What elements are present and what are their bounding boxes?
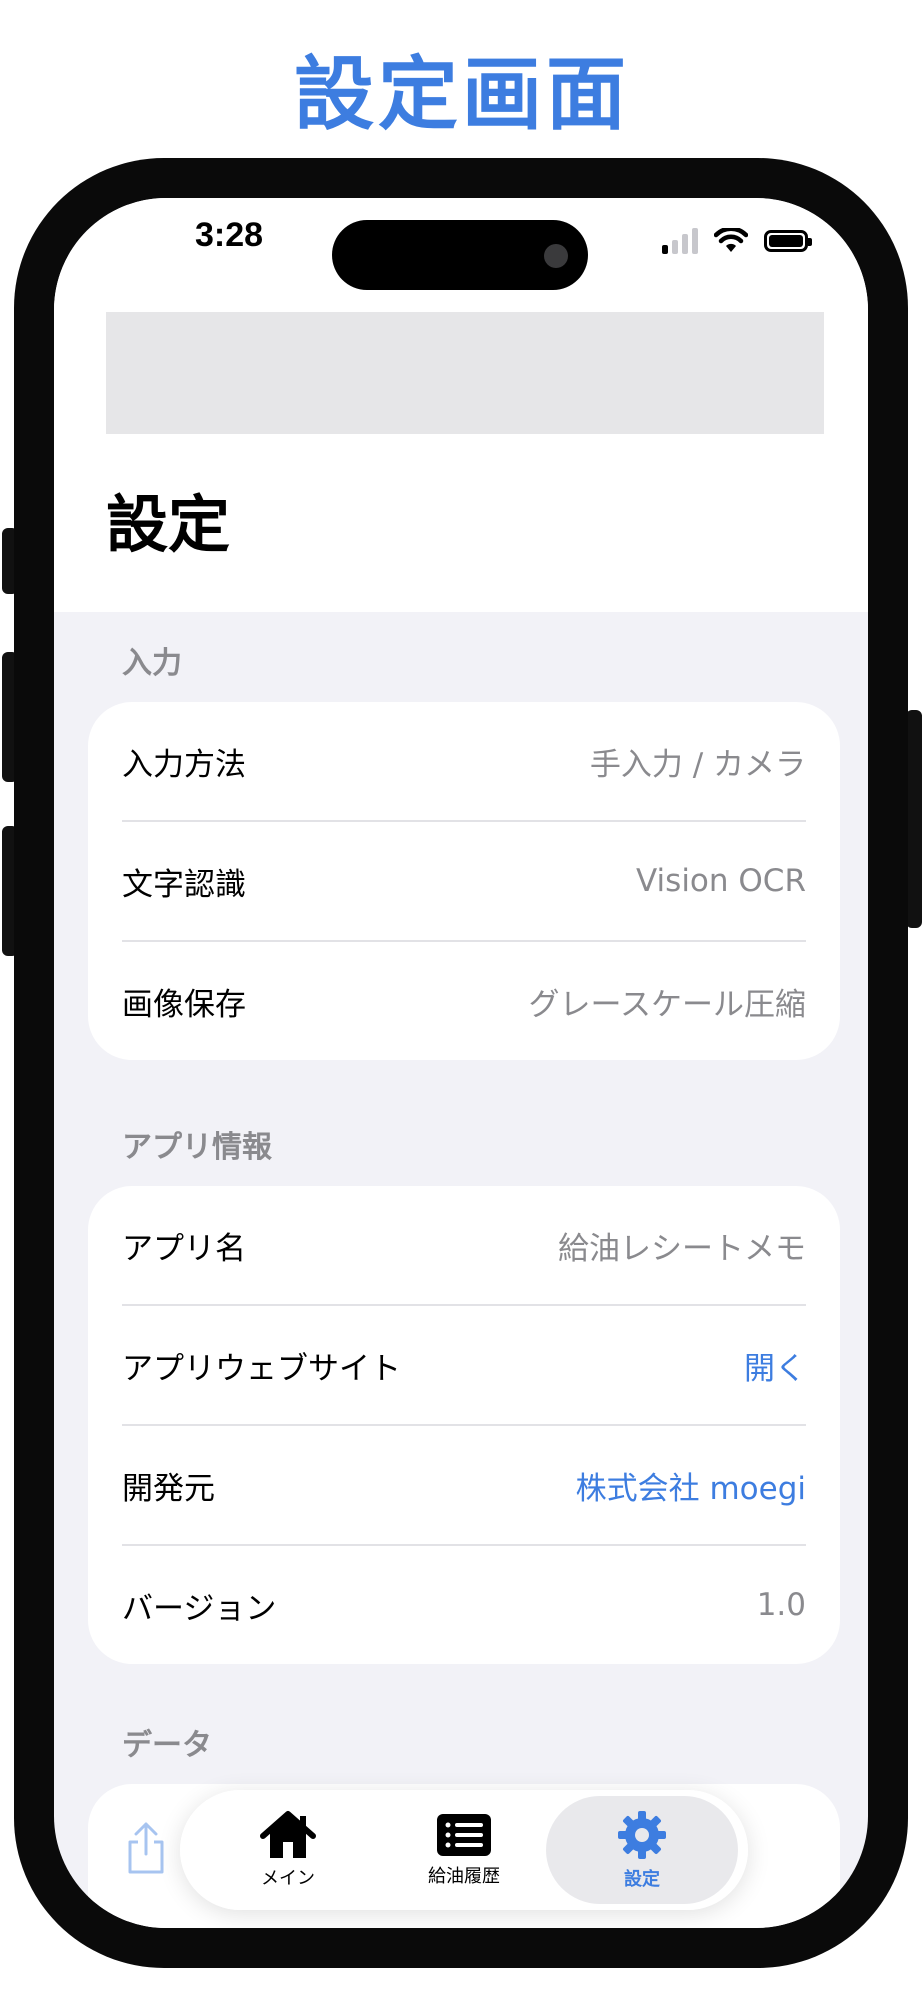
row-label: バージョン: [122, 1590, 277, 1627]
promo-headline: 設定画面: [294, 48, 630, 141]
section-header-input: 入力: [122, 646, 182, 681]
list-item[interactable]: 文字認識 Vision OCR: [122, 822, 806, 942]
list-item: バージョン 1.0: [122, 1546, 806, 1664]
cellular-signal-icon: [662, 228, 698, 254]
front-camera: [544, 244, 568, 268]
section-header-app-info: アプリ情報: [122, 1130, 272, 1165]
row-value: 手入力 / カメラ: [589, 746, 806, 783]
app-info-card: アプリ名 給油レシートメモ アプリウェブサイト 開く 開発元 株式会社 moeg…: [88, 1186, 840, 1664]
wifi-icon: [714, 228, 748, 252]
row-label: 開発元: [122, 1470, 215, 1507]
section-header-data: データ: [122, 1728, 212, 1763]
row-label: 入力方法: [122, 746, 246, 783]
tab-label: メイン: [261, 1868, 315, 1889]
gear-icon: [618, 1811, 666, 1859]
status-icons: [662, 226, 812, 256]
status-time: 3:28: [194, 216, 264, 254]
website-row[interactable]: アプリウェブサイト 開く: [122, 1306, 806, 1426]
row-value: 給油レシートメモ: [558, 1230, 806, 1267]
tab-label: 設定: [624, 1869, 660, 1890]
list-item: アプリ名 給油レシートメモ: [122, 1186, 806, 1306]
page-title: 設定: [106, 488, 231, 561]
share-icon[interactable]: [124, 1820, 168, 1876]
tab-history[interactable]: 給油履歴: [368, 1796, 560, 1904]
tab-bar: メイン 給油履歴 設定: [180, 1790, 748, 1910]
phone-screen: 3:28 設定 入力 入力方法 手入力 / カメラ 文字認識 Vision OC…: [54, 198, 868, 1928]
row-value: 1.0: [756, 1587, 806, 1623]
dynamic-island: [332, 220, 588, 290]
row-value: グレースケール圧縮: [528, 986, 806, 1023]
tab-main[interactable]: メイン: [192, 1796, 384, 1904]
tab-label: 給油履歴: [428, 1866, 500, 1887]
power-button: [906, 710, 922, 928]
row-value: Vision OCR: [636, 863, 806, 899]
developer-row[interactable]: 開発元 株式会社 moegi: [122, 1426, 806, 1546]
list-item[interactable]: 画像保存 グレースケール圧縮: [122, 942, 806, 1060]
row-label: 文字認識: [122, 866, 246, 903]
open-website-link[interactable]: 開く: [744, 1343, 806, 1388]
ad-banner[interactable]: [106, 312, 824, 434]
phone-frame: 3:28 設定 入力 入力方法 手入力 / カメラ 文字認識 Vision OC…: [14, 158, 908, 1968]
input-settings-card: 入力方法 手入力 / カメラ 文字認識 Vision OCR 画像保存 グレース…: [88, 702, 840, 1060]
list-icon: [437, 1814, 491, 1856]
row-label: アプリ名: [122, 1230, 246, 1267]
house-icon: [260, 1811, 316, 1858]
row-label: アプリウェブサイト: [122, 1350, 401, 1387]
row-label: 画像保存: [122, 986, 246, 1023]
tab-settings[interactable]: 設定: [546, 1796, 738, 1904]
developer-link[interactable]: 株式会社 moegi: [576, 1463, 806, 1508]
list-item[interactable]: 入力方法 手入力 / カメラ: [122, 702, 806, 822]
battery-icon: [764, 230, 812, 252]
